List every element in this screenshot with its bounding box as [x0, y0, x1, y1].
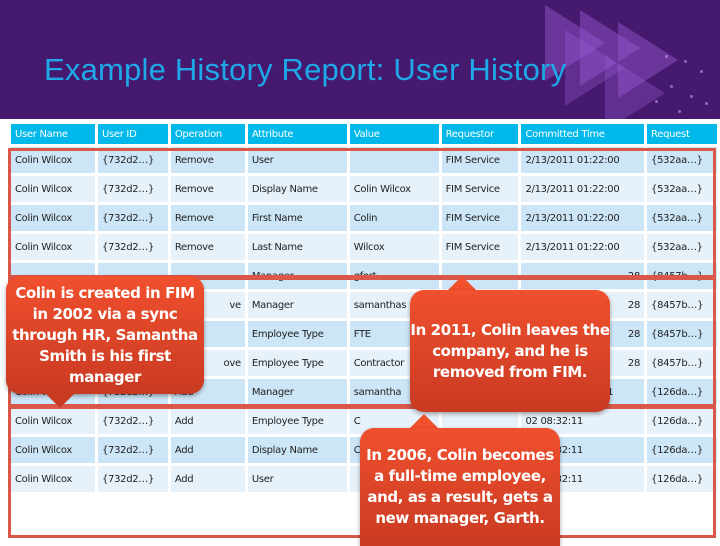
- table-cell: FIM Service: [441, 147, 519, 173]
- table-cell: Colin: [349, 205, 439, 231]
- table-cell: Add: [170, 466, 245, 492]
- table-cell: {732d2…}: [97, 205, 168, 231]
- table-cell: Manager: [247, 379, 347, 405]
- table-cell: 2/13/2011 01:22:00: [521, 147, 645, 173]
- table-row: Colin Wilcox {732d2…} Remove User FIM Servic…: [11, 147, 717, 173]
- table-cell: Employee Type: [247, 321, 347, 347]
- decorative-triangle: [605, 55, 665, 119]
- table-cell: Manager: [247, 292, 347, 318]
- table-cell: Remove: [170, 147, 245, 173]
- table-cell: Colin Wilcox: [11, 147, 95, 173]
- column-header: User ID: [97, 124, 168, 144]
- table-cell: Colin Wilcox: [349, 176, 439, 202]
- callout-pointer: [448, 276, 476, 290]
- table-cell: {126da…}: [647, 408, 717, 434]
- table-cell: Colin Wilcox: [11, 176, 95, 202]
- table-cell: First Name: [247, 205, 347, 231]
- column-header: Request: [647, 124, 717, 144]
- table-cell: 2/13/2011 01:22:00: [521, 205, 645, 231]
- table-cell: Colin Wilcox: [11, 408, 95, 434]
- table-row: Colin Wilcox {732d2…} Remove First Name Coli…: [11, 205, 717, 231]
- column-header: Requestor: [441, 124, 519, 144]
- table-cell: User: [247, 147, 347, 173]
- table-cell: {732d2…}: [97, 147, 168, 173]
- table-cell: Add: [170, 437, 245, 463]
- table-cell: [349, 147, 439, 173]
- table-cell: {8457b…}: [647, 292, 717, 318]
- table-cell: {732d2…}: [97, 437, 168, 463]
- table-cell: {732d2…}: [97, 466, 168, 492]
- table-row: Colin Wilcox {732d2…} Remove Last Name Wilco…: [11, 234, 717, 260]
- table-cell: FIM Service: [441, 205, 519, 231]
- table-cell: Display Name: [247, 176, 347, 202]
- table-cell: Colin Wilcox: [11, 466, 95, 492]
- table-cell: Remove: [170, 176, 245, 202]
- table-cell: Remove: [170, 234, 245, 260]
- table-cell: {8457b…}: [647, 263, 717, 289]
- table-cell: {732d2…}: [97, 234, 168, 260]
- table-row: Colin Wilcox {732d2…} Add Employee Type C 02 …: [11, 408, 717, 434]
- callout-pointer: [410, 414, 438, 428]
- table-cell: {732d2…}: [97, 176, 168, 202]
- table-cell: {532aa…}: [647, 176, 717, 202]
- table-cell: Colin Wilcox: [11, 234, 95, 260]
- column-header: Operation: [170, 124, 245, 144]
- table-cell: FIM Service: [441, 176, 519, 202]
- table-cell: {126da…}: [647, 437, 717, 463]
- table-row: Colin Wilcox {732d2…} Remove Display Name Co…: [11, 176, 717, 202]
- page-title: Example History Report: User History: [44, 52, 567, 87]
- column-header: Value: [349, 124, 439, 144]
- table-cell: {126da…}: [647, 466, 717, 492]
- column-header: Committed Time: [521, 124, 645, 144]
- table-cell: 2/13/2011 01:22:00: [521, 234, 645, 260]
- table-cell: 2/13/2011 01:22:00: [521, 176, 645, 202]
- callout-fulltime: In 2006, Colin becomes a full-time emplo…: [360, 428, 560, 546]
- column-header: User Name: [11, 124, 95, 144]
- table-cell: FIM Service: [441, 234, 519, 260]
- callout-pointer: [46, 394, 74, 408]
- table-cell: Wilcox: [349, 234, 439, 260]
- table-cell: Manager: [247, 263, 347, 289]
- table-cell: {732d2…}: [97, 408, 168, 434]
- table-cell: Colin Wilcox: [11, 437, 95, 463]
- table-cell: {8457b…}: [647, 350, 717, 376]
- table-cell: Add: [170, 408, 245, 434]
- table-cell: Remove: [170, 205, 245, 231]
- table-cell: {532aa…}: [647, 205, 717, 231]
- table-cell: Employee Type: [247, 350, 347, 376]
- table-cell: Display Name: [247, 437, 347, 463]
- table-cell: 28: [521, 263, 645, 289]
- table-cell: {8457b…}: [647, 321, 717, 347]
- callout-created: Colin is created in FIM in 2002 via a sy…: [6, 276, 204, 394]
- table-cell: User: [247, 466, 347, 492]
- table-cell: gfort: [349, 263, 439, 289]
- column-header: Attribute: [247, 124, 347, 144]
- table-cell: {532aa…}: [647, 234, 717, 260]
- table-cell: {532aa…}: [647, 147, 717, 173]
- table-cell: {126da…}: [647, 379, 717, 405]
- table-cell: Employee Type: [247, 408, 347, 434]
- callout-leaves: In 2011, Colin leaves the company, and h…: [410, 290, 610, 412]
- table-cell: Last Name: [247, 234, 347, 260]
- table-cell: Colin Wilcox: [11, 205, 95, 231]
